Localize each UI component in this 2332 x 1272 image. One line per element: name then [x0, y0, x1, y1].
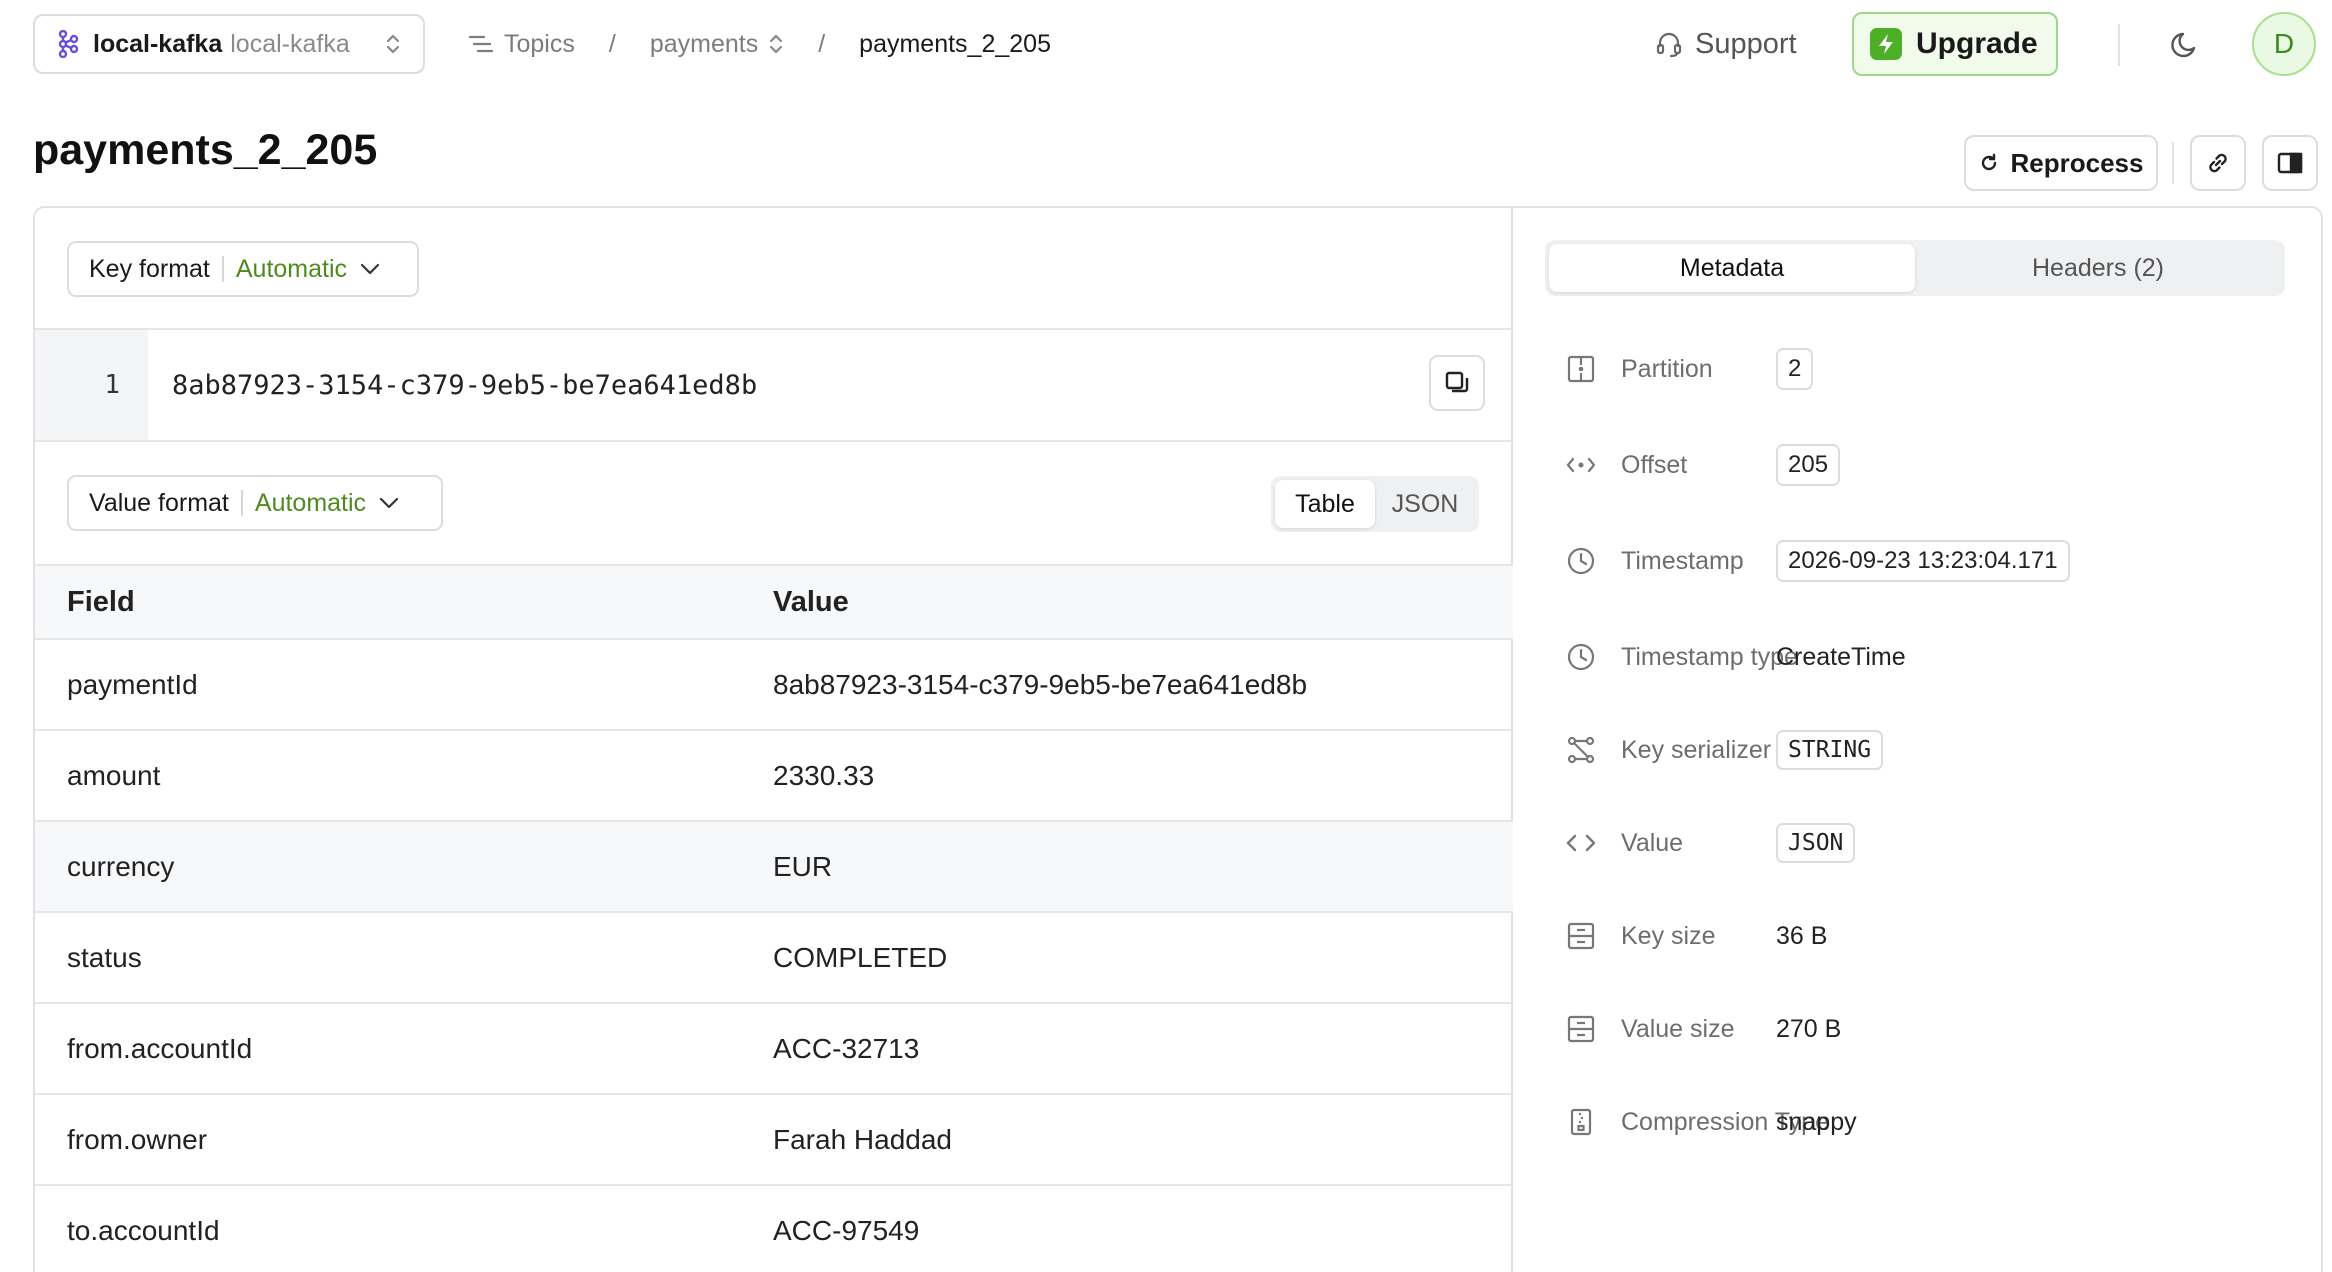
- avatar[interactable]: D: [2252, 12, 2316, 76]
- refresh-icon: [1979, 153, 1999, 173]
- clock-icon: [1565, 641, 1597, 673]
- table-row: status COMPLETED: [35, 913, 1513, 1004]
- view-table-option[interactable]: Table: [1275, 480, 1375, 528]
- chevron-down-icon: [378, 496, 400, 510]
- link-icon: [2205, 150, 2231, 176]
- cluster-selector[interactable]: local-kafka local-kafka: [33, 14, 425, 74]
- table-row: amount 2330.33: [35, 731, 1513, 822]
- breadcrumb-topic[interactable]: payments: [650, 30, 784, 59]
- metadata-item-key-serializer: Key serializer STRING: [1565, 726, 2305, 774]
- upgrade-button[interactable]: Upgrade: [1852, 12, 2058, 76]
- clock-icon: [1565, 545, 1597, 577]
- support-link[interactable]: Support: [1655, 22, 1797, 66]
- key-format-select[interactable]: Key format Automatic: [67, 241, 419, 297]
- breadcrumb-topics[interactable]: Topics: [468, 30, 575, 59]
- size-icon: [1565, 1013, 1597, 1045]
- size-icon: [1565, 920, 1597, 952]
- headset-icon: [1655, 30, 1683, 58]
- copy-key-button[interactable]: [1429, 355, 1485, 411]
- cluster-name: local-kafka: [93, 29, 223, 58]
- column-header-value: Value: [773, 585, 849, 618]
- divider: [2172, 142, 2174, 184]
- reprocess-button[interactable]: Reprocess: [1964, 135, 2158, 191]
- value-cell: 8ab87923-3154-c379-9eb5-be7ea641ed8b: [773, 668, 1308, 700]
- field-cell: from.owner: [67, 1123, 208, 1155]
- toggle-panel-button[interactable]: [2262, 135, 2318, 191]
- value-cell: ACC-97549: [773, 1214, 920, 1246]
- chevron-up-down-icon: [768, 32, 784, 56]
- metadata-item-timestamp: Timestamp 2026-09-23 13:23:04.171: [1565, 537, 2305, 585]
- breadcrumb: Topics / payments / payments_2_205: [468, 22, 1051, 66]
- code-icon: [1565, 827, 1597, 859]
- value-cell: COMPLETED: [773, 941, 948, 973]
- chevron-down-icon: [359, 262, 381, 276]
- breadcrumb-separator: /: [818, 29, 826, 58]
- bolt-icon: [1870, 28, 1902, 60]
- breadcrumb-separator: /: [608, 29, 616, 58]
- metadata-item-compression: Compression Type snappy: [1565, 1098, 2305, 1146]
- archive-icon: [1565, 1106, 1597, 1138]
- metadata-pane: Metadata Headers (2) Partition 2 Offset …: [1513, 208, 2321, 1272]
- line-number: 1: [35, 330, 148, 440]
- metadata-tabs: Metadata Headers (2): [1545, 240, 2285, 296]
- table-row: currency EUR: [35, 822, 1513, 913]
- copy-link-button[interactable]: [2190, 135, 2246, 191]
- field-cell: status: [67, 941, 142, 973]
- moon-icon[interactable]: [2168, 26, 2204, 62]
- kafka-icon: [55, 30, 79, 58]
- table-row: paymentId 8ab87923-3154-c379-9eb5-be7ea6…: [35, 640, 1513, 731]
- value-cell: ACC-32713: [773, 1032, 920, 1064]
- metadata-item-value-size: Value size 270 B: [1565, 1005, 2305, 1053]
- divider: [2118, 24, 2120, 66]
- code-offset-icon: [1565, 449, 1597, 481]
- list-icon: [468, 33, 494, 55]
- chevron-up-down-icon: [385, 32, 401, 56]
- tab-headers[interactable]: Headers (2): [1915, 244, 2281, 292]
- view-mode-toggle: Table JSON: [1271, 476, 1479, 532]
- metadata-item-key-size: Key size 36 B: [1565, 912, 2305, 960]
- serializer-icon: [1565, 734, 1597, 766]
- metadata-item-timestamp-type: Timestamp type CreateTime: [1565, 633, 2305, 681]
- top-bar: local-kafka local-kafka Topics / payments…: [0, 0, 2332, 88]
- sidebar-panel-icon: [2277, 151, 2303, 175]
- tab-metadata[interactable]: Metadata: [1549, 244, 1915, 292]
- partition-icon: [1565, 353, 1597, 385]
- metadata-item-value: Value JSON: [1565, 819, 2305, 867]
- table-row: from.owner Farah Haddad: [35, 1095, 1513, 1186]
- table-row: to.accountId ACC-97549: [35, 1186, 1513, 1272]
- message-content-pane: Key format Automatic 1 8ab87923-3154-c37…: [35, 208, 1513, 1272]
- key-value[interactable]: 8ab87923-3154-c379-9eb5-be7ea641ed8b: [172, 330, 757, 440]
- field-cell: from.accountId: [67, 1032, 253, 1064]
- column-header-field: Field: [67, 585, 135, 618]
- key-viewer: 1 8ab87923-3154-c379-9eb5-be7ea641ed8b: [35, 328, 1513, 442]
- metadata-item-offset: Offset 205: [1565, 441, 2305, 489]
- table-row: from.accountId ACC-32713: [35, 1004, 1513, 1095]
- cluster-env: local-kafka: [230, 29, 350, 58]
- field-cell: to.accountId: [67, 1214, 220, 1246]
- value-cell: 2330.33: [773, 759, 875, 791]
- metadata-item-partition: Partition 2: [1565, 345, 2305, 393]
- value-cell: Farah Haddad: [773, 1123, 953, 1155]
- field-cell: amount: [67, 759, 161, 791]
- field-cell: currency: [67, 850, 175, 882]
- page-title: payments_2_205: [33, 126, 378, 174]
- value-format-select[interactable]: Value format Automatic: [67, 475, 443, 531]
- value-table: Field Value paymentId 8ab87923-3154-c379…: [35, 564, 1513, 1272]
- copy-icon: [1444, 370, 1470, 396]
- message-card: Key format Automatic 1 8ab87923-3154-c37…: [33, 206, 2323, 1272]
- field-cell: paymentId: [67, 668, 198, 700]
- view-json-option[interactable]: JSON: [1375, 480, 1475, 528]
- breadcrumb-current: payments_2_205: [859, 29, 1051, 58]
- table-header: Field Value: [35, 564, 1513, 640]
- value-cell: EUR: [773, 850, 833, 882]
